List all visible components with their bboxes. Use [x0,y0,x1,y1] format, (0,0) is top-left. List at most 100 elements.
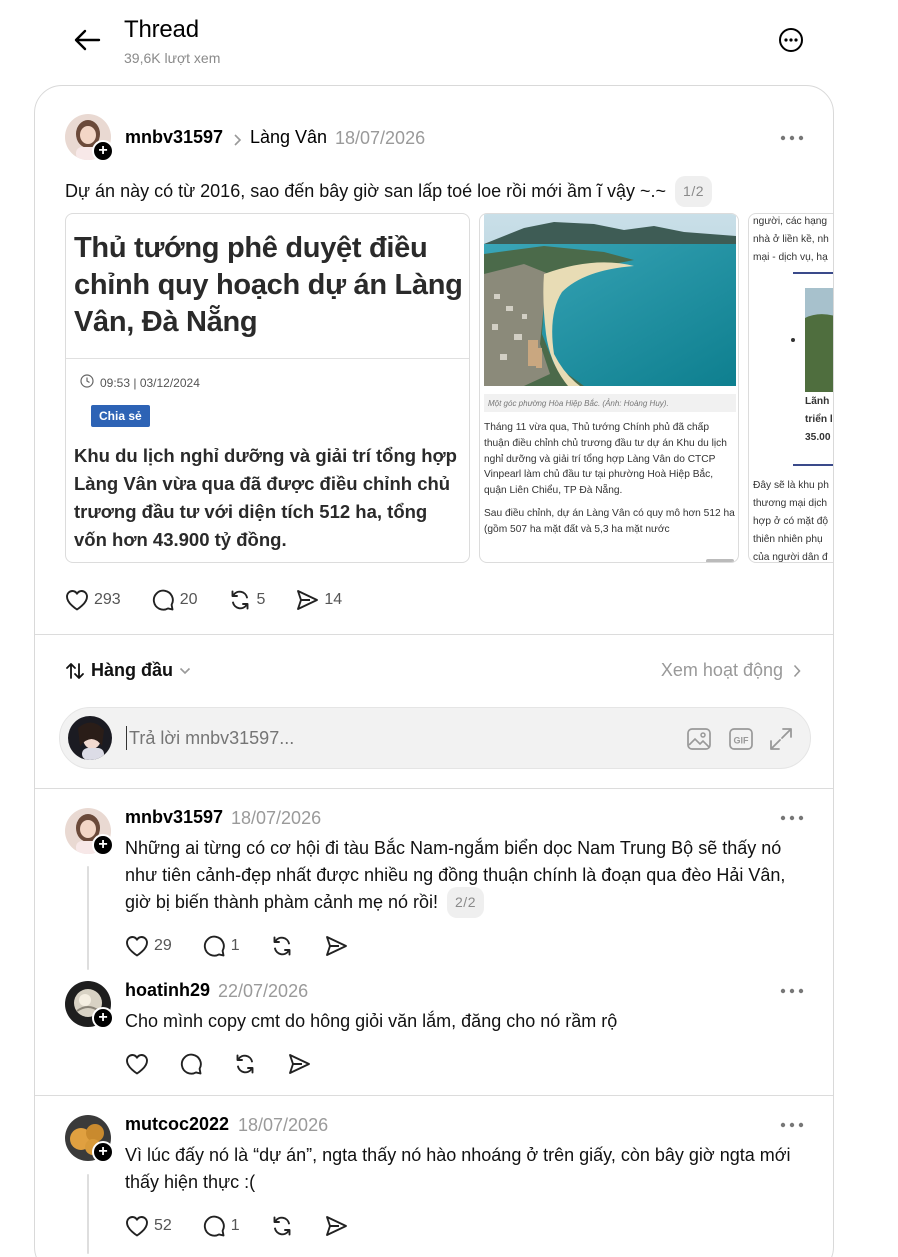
share-count: 14 [324,591,343,608]
reply-input[interactable] [126,726,606,750]
more-dots-icon[interactable] [779,814,805,822]
more-dots-icon[interactable] [779,987,805,995]
avatar-image-icon [68,716,112,760]
article3-box-line: 35.00 [805,432,831,443]
comment-icon [203,1215,225,1237]
article3-rule [793,464,833,466]
thread-line [87,1174,89,1254]
post-body: Dự án này có từ 2016, sao đến bây giờ sa… [65,181,667,201]
thread-card: + mnbv31597 Làng Vân 18/07/2026 Dự án nà… [34,85,834,1257]
sort-dropdown[interactable]: Hàng đầu [65,660,191,681]
more-circle-icon [779,28,803,52]
follow-button[interactable]: + [92,140,114,162]
photo-caption: Một góc phường Hòa Hiệp Bắc. (Ảnh: Hoàng… [484,394,736,412]
share-icon [325,1216,347,1236]
post-counter: 1/2 [675,176,713,207]
article3-bullet [791,338,795,342]
comment-date: 18/07/2026 [231,808,322,828]
article3-rule [793,272,833,274]
article-paragraph-2: Sau điều chỉnh, dự án Làng Vân có quy mô… [484,507,735,535]
article-image-3[interactable]: người, các hạng nhà ở liền kề, nh mại - … [748,213,833,563]
comment-actions: 52 1 [125,1214,348,1238]
repost-icon [236,1054,254,1074]
article-image-1[interactable]: Thủ tướng phê duyệt điều chỉnh quy hoạch… [65,213,470,563]
comment-text: Những ai từng có cơ hội đi tàu Bắc Nam-n… [125,835,805,919]
plus-icon: + [98,1143,108,1160]
share-button[interactable]: 14 [295,589,342,611]
article-share-badge: Chia sẻ [91,405,150,427]
comment-username[interactable]: hoatinh29 [125,980,210,1001]
article-image-2[interactable]: Một góc phường Hòa Hiệp Bắc. (Ảnh: Hoàng… [479,213,739,563]
more-dots-icon[interactable] [779,134,805,142]
coast-photo [484,214,736,386]
view-activity-link[interactable]: Xem hoạt động [661,660,801,681]
plus-icon: + [98,1009,108,1026]
like-button[interactable]: 29 [125,935,172,957]
article3-line: hợp ở có mặt độ [753,516,829,527]
article-title: Thủ tướng phê duyệt điều chỉnh quy hoạch… [74,232,463,338]
comment-button[interactable] [179,1052,203,1076]
comment-button[interactable]: 1 [202,1214,240,1238]
thread-line [87,866,89,970]
follow-button[interactable]: + [92,1141,114,1163]
back-button[interactable] [72,26,102,54]
repost-button[interactable] [270,1214,294,1238]
like-button[interactable] [125,1053,149,1075]
comment-icon [180,1053,202,1075]
svg-text:GIF: GIF [734,736,750,746]
article-divider [66,358,469,359]
share-icon [297,590,319,610]
article3-photo [805,288,833,392]
more-options-button[interactable] [778,27,804,53]
back-arrow-icon [74,29,101,51]
image-icon[interactable] [686,726,712,752]
divider [35,634,833,635]
comment-button[interactable]: 1 [202,934,240,958]
share-icon [325,936,347,956]
my-avatar [68,716,112,760]
comment-username[interactable]: mutcoc2022 [125,1114,229,1135]
repost-button[interactable] [233,1052,257,1076]
page-title: Thread [124,16,199,43]
clock-icon [80,374,94,388]
comment-count: 1 [230,1217,240,1234]
article-summary: Khu du lịch nghỉ dưỡng và giải trí tổng … [74,445,457,550]
share-icon [289,1054,310,1074]
heart-icon [66,590,88,611]
chevron-down-icon [179,667,191,674]
like-button[interactable]: 293 [65,589,121,611]
comment-username[interactable]: mnbv31597 [125,807,223,828]
chevron-right-icon [793,664,801,677]
like-button[interactable]: 52 [125,1215,172,1237]
more-dots-icon[interactable] [779,1121,805,1129]
repost-button[interactable]: 5 [228,588,266,612]
comment-text: Vì lúc đấy nó là “dự án”, ngta thấy nó h… [125,1145,791,1192]
divider [35,788,833,789]
article3-line: người, các hạng [753,216,828,227]
repost-count: 5 [256,591,266,608]
comment-count: 1 [230,937,240,954]
post-date: 18/07/2026 [335,128,426,148]
view-activity-label: Xem hoạt động [660,660,783,680]
sort-icon [66,662,84,679]
comment-button[interactable]: 20 [151,588,198,612]
repost-icon [273,1216,291,1236]
expand-icon[interactable] [768,726,794,752]
comment-actions [125,1052,311,1076]
share-button[interactable] [324,1215,348,1237]
divider [35,1095,833,1096]
follow-button[interactable]: + [92,834,114,856]
share-button[interactable] [287,1053,311,1075]
gif-icon[interactable]: GIF [728,726,754,752]
post-username[interactable]: mnbv31597 [125,127,223,148]
share-button[interactable] [324,935,348,957]
scroll-indicator [706,559,734,562]
follow-button[interactable]: + [92,1007,114,1029]
article3-box-line: triển l [805,414,833,425]
community-link[interactable]: Làng Vân [250,127,327,148]
like-count: 293 [94,591,121,608]
comment-date: 18/07/2026 [238,1115,329,1135]
article3-line: của người dân đ [753,552,828,563]
repost-button[interactable] [270,934,294,958]
article3-line: nhà ở liền kề, nh [753,234,829,245]
